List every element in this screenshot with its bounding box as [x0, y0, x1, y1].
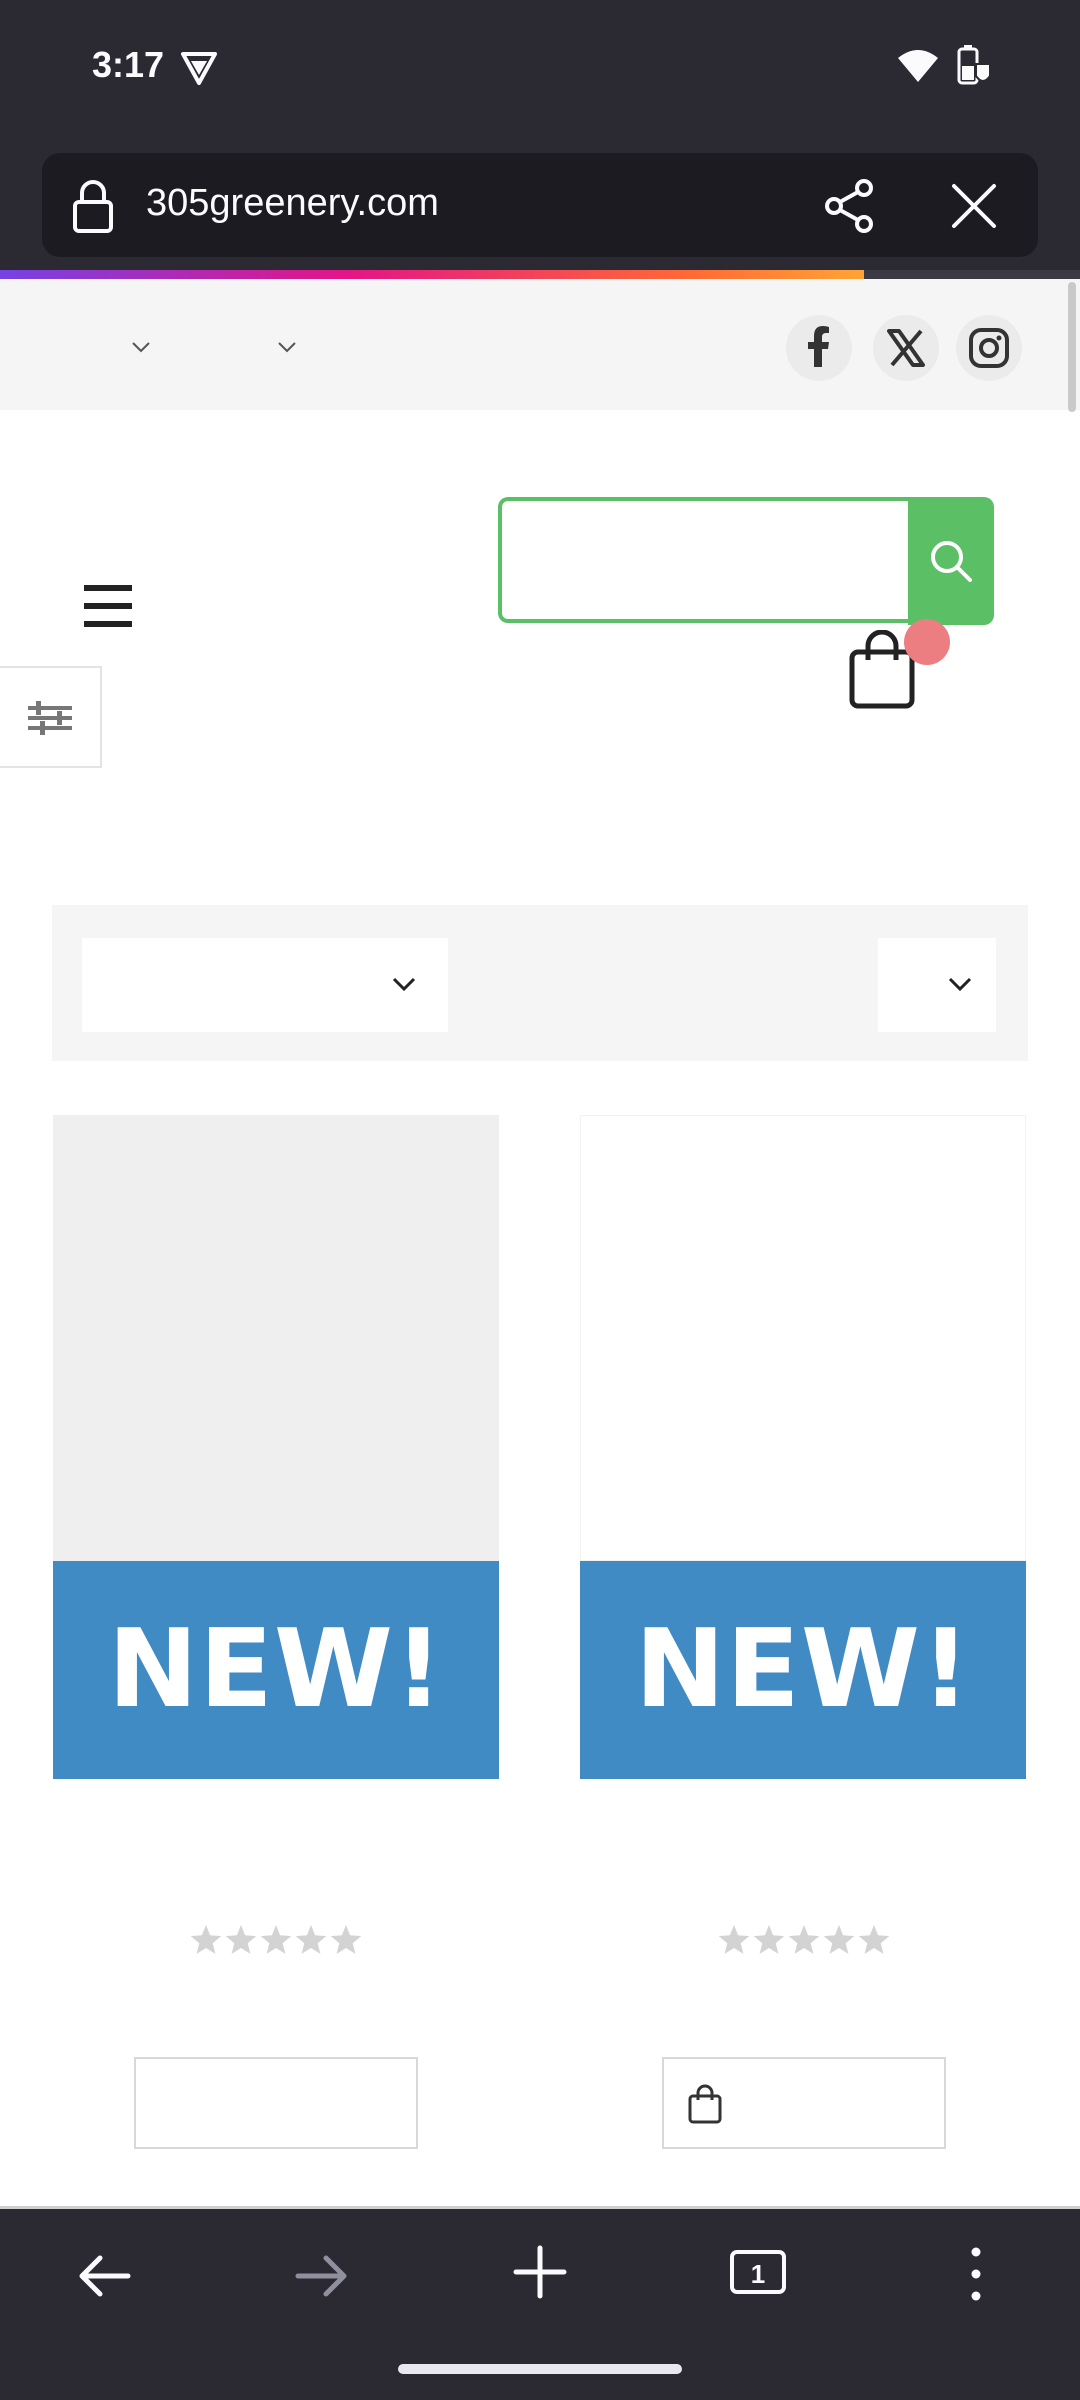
tabs-icon: 1 — [730, 2250, 786, 2294]
scrollbar[interactable] — [1068, 282, 1076, 412]
add-to-cart-button[interactable] — [134, 2057, 418, 2149]
forward-button[interactable] — [286, 2240, 358, 2312]
battery-icon — [956, 44, 992, 88]
home-indicator[interactable] — [398, 2364, 682, 2374]
arrow-right-icon — [295, 2255, 347, 2297]
chevron-down-icon — [392, 977, 416, 992]
new-badge[interactable]: NEW! — [580, 1561, 1026, 1779]
filter-button[interactable] — [0, 666, 102, 768]
more-vertical-icon — [971, 2247, 981, 2301]
star-rating — [188, 1922, 368, 1958]
chevron-down-icon — [948, 977, 972, 992]
sort-select[interactable] — [82, 938, 448, 1032]
star-icon — [718, 1925, 750, 1954]
cart-badge — [904, 619, 950, 665]
new-tab-button[interactable] — [504, 2236, 576, 2308]
sliders-icon — [28, 701, 72, 735]
wifi-icon — [896, 48, 940, 84]
tab-count: 1 — [751, 2259, 765, 2289]
menu-icon[interactable] — [84, 584, 132, 628]
new-badge[interactable]: NEW! — [53, 1561, 499, 1779]
star-icon — [295, 1925, 327, 1954]
star-icon — [260, 1925, 292, 1954]
close-icon[interactable] — [948, 180, 1000, 232]
per-page-select[interactable] — [878, 938, 996, 1032]
share-icon[interactable] — [822, 178, 878, 234]
product-image[interactable] — [53, 1115, 499, 1561]
plus-icon — [513, 2245, 567, 2299]
instagram-icon — [969, 328, 1009, 368]
vpn-icon — [180, 50, 218, 86]
status-time: 3:17 — [92, 44, 165, 85]
chevron-down-icon[interactable] — [276, 340, 298, 354]
url-text[interactable]: 305greenery.com — [146, 182, 439, 225]
x-link[interactable] — [873, 315, 939, 381]
bag-icon — [686, 2084, 724, 2124]
lock-icon[interactable] — [70, 178, 116, 234]
star-icon — [823, 1925, 855, 1954]
star-icon — [788, 1925, 820, 1954]
chevron-down-icon[interactable] — [130, 340, 152, 354]
back-button[interactable] — [68, 2240, 140, 2312]
facebook-link[interactable] — [786, 315, 852, 381]
page-load-progress-track — [864, 270, 1080, 279]
star-rating — [716, 1922, 896, 1958]
star-icon — [190, 1925, 222, 1954]
tabs-button[interactable]: 1 — [722, 2236, 794, 2308]
search-button[interactable] — [908, 497, 994, 625]
page-load-progress — [0, 270, 864, 279]
search-input[interactable] — [498, 497, 910, 623]
x-icon — [887, 329, 925, 367]
search-icon — [931, 541, 972, 582]
instagram-link[interactable] — [956, 315, 1022, 381]
star-icon — [225, 1925, 257, 1954]
menu-button[interactable] — [940, 2238, 1012, 2310]
star-icon — [753, 1925, 785, 1954]
arrow-left-icon — [79, 2255, 131, 2297]
product-image[interactable] — [580, 1115, 1026, 1561]
star-icon — [858, 1925, 890, 1954]
facebook-icon — [808, 326, 829, 367]
star-icon — [330, 1925, 362, 1954]
